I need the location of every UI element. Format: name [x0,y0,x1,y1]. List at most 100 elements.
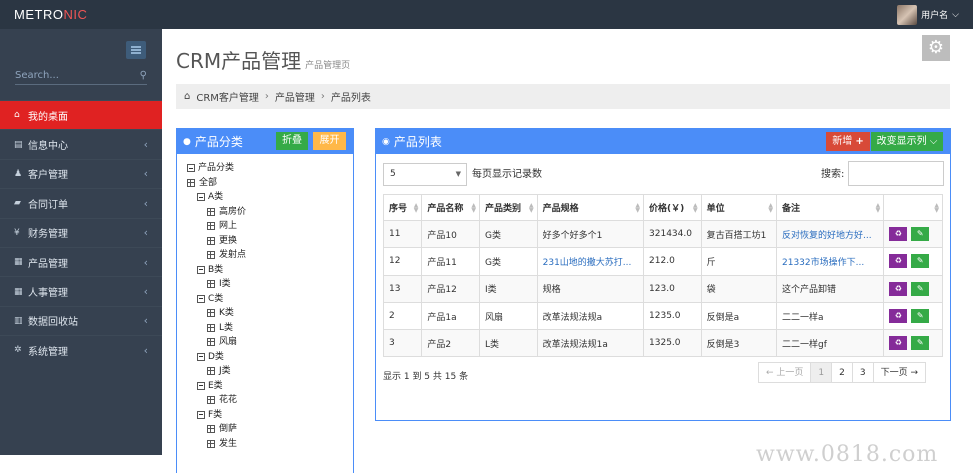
sidebar-item-label: 财务管理 [28,229,68,241]
collapse-box-icon[interactable] [187,164,195,173]
table-header[interactable]: 产品名称 ▲ ▼ [421,194,481,221]
tree-node[interactable]: 花花 [187,393,353,408]
logo[interactable]: METRONIC [14,7,87,22]
trash-icon[interactable]: ♻ [889,309,908,324]
table-header[interactable]: 产品规格 ▲ ▼ [536,194,645,221]
chevron-left-icon: ‹ [143,255,148,269]
sort-icon[interactable]: ▲ ▼ [693,203,698,214]
sort-icon[interactable]: ▲ ▼ [471,203,476,214]
breadcrumb-item: 产品列表 [330,93,371,104]
tree-node-label: 风扇 [219,337,238,347]
collapse-box-icon[interactable] [197,265,205,274]
tree-node-label: I类 [219,279,231,289]
table-header[interactable]: 备注 ▲ ▼ [775,194,885,221]
collapse-button[interactable]: 折叠 [276,132,308,150]
next-page-button[interactable]: 下一页 → [872,362,927,383]
table-header[interactable]: ▲ ▼ [883,194,943,221]
table-cell[interactable]: 21332市场操作下... [775,247,885,276]
table-cell: 好多个好多个1 [536,219,645,249]
sidebar-item-4[interactable]: ¥ 财务管理 ‹ [0,217,162,247]
tree-node[interactable]: E类 [187,379,353,394]
table-header[interactable]: 序号 ▲ ▼ [382,194,423,221]
page-button[interactable]: 2 [831,362,853,383]
edit-icon[interactable]: ✎ [911,309,930,324]
collapse-box-icon[interactable] [197,352,205,361]
tree-node[interactable]: D类 [187,350,353,365]
add-product-button[interactable]: 新增 + [826,132,870,151]
sort-icon[interactable]: ▲ ▼ [414,203,419,214]
sidebar-item-5[interactable]: ▦ 产品管理 ‹ [0,246,162,276]
change-columns-button[interactable]: 改变显示列 ⌵ [871,132,943,151]
page-button[interactable]: 3 [851,362,874,383]
table-search-input[interactable] [848,161,944,186]
user-menu[interactable]: 用户名 ⌵ [897,4,959,25]
search-icon[interactable]: ⚲ [140,69,147,83]
table-cell: 产品10 [421,219,481,249]
collapse-box-icon[interactable] [197,193,205,202]
collapse-box-icon[interactable] [197,381,205,390]
home-icon: ⌂ [14,110,20,121]
tree-node[interactable]: 发生 [187,437,353,452]
comments-icon: ● [183,136,191,147]
page-size-select[interactable]: 5 ▼ [383,163,467,186]
sort-icon[interactable]: ▲ ▼ [529,203,534,214]
trash-icon[interactable]: ♻ [889,336,908,351]
sort-icon[interactable]: ▲ ▼ [934,203,939,214]
edit-icon[interactable]: ✎ [911,227,930,242]
page-title: CRM产品管理 产品管理页 [176,49,351,73]
tree-node[interactable]: J类 [187,364,353,379]
sidebar-item-8[interactable]: ✲ 系统管理 ‹ [0,335,162,364]
sidebar-item-1[interactable]: ▤ 信息中心 ‹ [0,129,162,158]
sort-icon[interactable]: ▲ ▼ [768,203,773,214]
tree-node[interactable]: L类 [187,321,353,336]
tree-node[interactable]: 全部 [187,176,353,191]
sidebar-item-6[interactable]: ▦ 人事管理 ‹ [0,276,162,305]
tree-node[interactable]: I类 [187,277,353,292]
sidebar-item-7[interactable]: ▥ 数据回收站 ‹ [0,305,162,335]
tree-node[interactable]: 产品分类 [187,161,353,176]
trash-icon[interactable]: ♻ [889,227,908,242]
table-cell[interactable]: 231山地的撒大苏打... [536,247,645,276]
sort-icon[interactable]: ▲ ▼ [876,203,881,214]
sidebar-item-3[interactable]: ▰ 合同订单 ‹ [0,188,162,217]
chevron-left-icon: ‹ [143,285,148,299]
tree-node[interactable]: 网上 [187,219,353,234]
category-tree: 产品分类 全部 A类 高房价 网上 更换 发射点 B类 I类 C类 K类 L类 风扇 D类 J类 E类 花花 F类… [177,154,353,451]
tree-node[interactable]: K类 [187,306,353,321]
trash-icon[interactable]: ♻ [889,281,908,296]
table-cell: 复古百搭工坊1 [700,219,778,249]
yen-icon: ¥ [14,227,20,238]
tree-node[interactable]: B类 [187,263,353,278]
edit-icon[interactable]: ✎ [911,254,930,269]
collapse-box-icon[interactable] [197,410,205,419]
tree-node[interactable]: 风扇 [187,335,353,350]
prev-page-button[interactable]: ← 上一页 [758,362,812,383]
expand-button[interactable]: 展开 [313,132,346,150]
edit-icon[interactable]: ✎ [911,336,930,351]
tree-node[interactable]: 更换 [187,234,353,249]
edit-icon[interactable]: ✎ [911,281,930,296]
sidebar-item-2[interactable]: ♟ 客户管理 ‹ [0,158,162,188]
trash-icon[interactable]: ♻ [889,254,908,269]
page-button[interactable]: 1 [810,362,833,383]
breadcrumb-item[interactable]: CRM客户管理 [196,89,259,104]
sidebar-toggle-button[interactable] [126,41,146,59]
table-header[interactable]: 单位 ▲ ▼ [700,194,778,221]
tree-node[interactable]: 倒萨 [187,422,353,437]
tree-node[interactable]: C类 [187,292,353,307]
table-header[interactable]: 产品类别 ▲ ▼ [479,194,538,221]
sort-icon[interactable]: ▲ ▼ [635,203,640,214]
sidebar-item-0[interactable]: ⌂ 我的桌面 [0,100,162,130]
collapse-box-icon[interactable] [197,294,205,303]
search-input[interactable]: Search... ⚲ [15,69,147,85]
tree-node[interactable]: 高房价 [187,205,353,220]
tree-node[interactable]: A类 [187,190,353,205]
table-cell[interactable]: 反对恢复的好地方好... [775,219,885,249]
tree-node[interactable]: F类 [187,408,353,423]
sidebar-item-label: 人事管理 [28,288,68,300]
breadcrumb-item[interactable]: 产品管理 [275,89,315,104]
gear-icon[interactable]: ⚙ [922,35,950,61]
tree-node[interactable]: 发射点 [187,248,353,263]
table-cell: 212.0 [643,247,702,276]
table-header[interactable]: 价格(￥) ▲ ▼ [643,194,702,221]
